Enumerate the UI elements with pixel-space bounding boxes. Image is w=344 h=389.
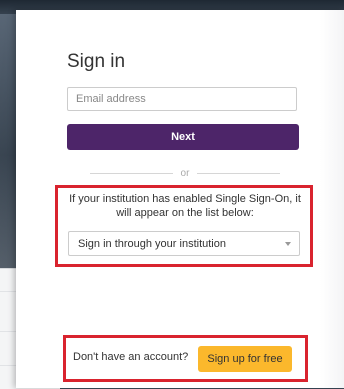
no-account-prompt: Don't have an account? — [73, 351, 189, 363]
or-divider: or — [90, 167, 280, 179]
institution-select-label: Sign in through your institution — [78, 237, 226, 250]
divider-label: or — [180, 167, 190, 179]
sign-up-button[interactable]: Sign up for free — [198, 346, 292, 372]
divider-line — [90, 172, 173, 174]
email-field[interactable] — [67, 87, 297, 111]
institution-select[interactable]: Sign in through your institution — [68, 231, 300, 256]
modal-edge-fade — [320, 10, 344, 388]
chevron-down-icon — [285, 241, 291, 246]
sso-description: If your institution has enabled Single S… — [69, 193, 301, 219]
divider-line — [197, 172, 280, 174]
page-title: Sign in — [67, 51, 126, 72]
next-button[interactable]: Next — [67, 124, 299, 150]
